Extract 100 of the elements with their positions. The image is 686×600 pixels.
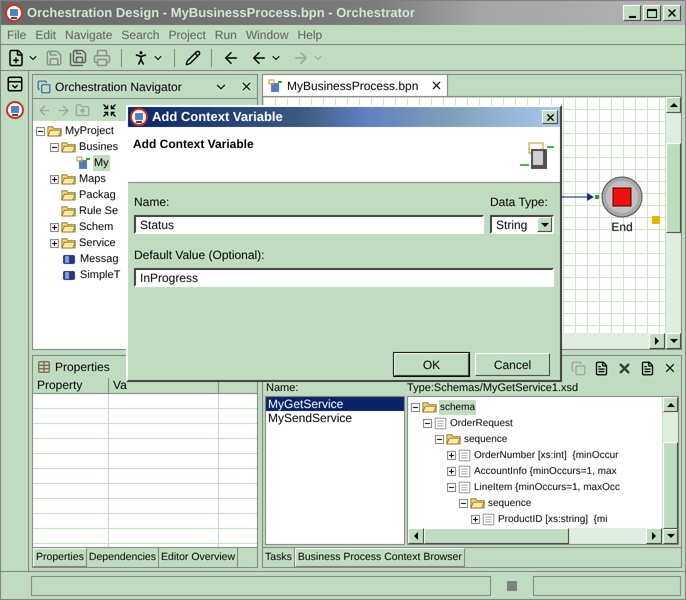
close-icon[interactable] <box>240 80 253 93</box>
field-label: Name: <box>134 194 170 211</box>
collapse-icon[interactable] <box>36 126 45 136</box>
pen-icon[interactable] <box>185 50 201 66</box>
collapse-all-icon[interactable] <box>102 102 117 118</box>
tree-item[interactable]: ProductID [xs:string] {mi <box>497 512 608 526</box>
horizontal-scrollbar[interactable] <box>408 528 662 544</box>
message-icon <box>61 253 77 265</box>
document-icon[interactable] <box>640 360 655 376</box>
handle-icon[interactable] <box>652 216 660 224</box>
menu-item[interactable]: Window <box>246 26 288 44</box>
panel-tab[interactable]: Dependencies <box>86 548 159 567</box>
name-field[interactable]: Status <box>134 215 484 234</box>
collapse-icon[interactable] <box>435 434 444 444</box>
delete-icon[interactable] <box>617 360 632 376</box>
list-item[interactable]: MyGetService <box>266 397 404 411</box>
tree-item[interactable]: AccountInfo {minOccurs=1, max <box>473 464 618 478</box>
folder-icon <box>61 189 76 201</box>
element-icon <box>458 448 471 462</box>
expand-icon[interactable] <box>50 174 59 184</box>
panel-tab[interactable]: Editor Overview <box>159 548 238 567</box>
field-label: Data Type: <box>490 194 549 211</box>
maximize-button[interactable] <box>643 5 661 21</box>
panel-title: Properties <box>55 359 110 376</box>
expand-icon[interactable] <box>50 222 59 232</box>
new-file-icon[interactable] <box>7 48 25 66</box>
menu-item[interactable]: File <box>7 26 26 44</box>
node-label: End <box>611 219 633 236</box>
dialog-heading: Add Context Variable <box>133 136 254 153</box>
end-node[interactable]: End <box>601 176 643 236</box>
expand-icon[interactable] <box>447 450 456 460</box>
list-item[interactable]: MySendService <box>266 411 404 425</box>
window-title: Orchestration Design - MyBusinessProcess.bpn - Orchestrator <box>27 4 415 22</box>
tree-item[interactable]: Busines <box>78 138 120 156</box>
tab-label: MyBusinessProcess.bpn <box>287 78 418 94</box>
folder-icon <box>61 221 76 233</box>
status-indicator-icon <box>507 580 517 590</box>
expand-icon[interactable] <box>447 466 456 476</box>
tree-item[interactable]: MyProject <box>64 122 115 140</box>
dialog-button[interactable]: OK <box>394 353 469 376</box>
dialog-button[interactable]: Cancel <box>475 353 550 376</box>
close-button[interactable] <box>663 5 681 21</box>
panel-tab[interactable]: Properties <box>33 548 87 567</box>
panel-tab[interactable]: Business Process Context Browser <box>294 548 465 567</box>
tree-item[interactable]: My <box>93 154 110 172</box>
tree-item[interactable]: Messag <box>79 250 120 268</box>
folder-icon <box>422 401 437 413</box>
process-icon <box>75 156 91 170</box>
vertical-scrollbar[interactable] <box>665 97 681 349</box>
stop-icon <box>601 176 643 218</box>
tree-item[interactable]: Packag <box>78 186 117 204</box>
data-type-select[interactable]: String <box>490 215 554 234</box>
maximize-icon <box>647 8 657 18</box>
tree-item[interactable]: sequence <box>487 496 532 510</box>
column-header[interactable]: Property <box>33 378 109 393</box>
page-icon[interactable] <box>594 360 609 376</box>
tree-item[interactable]: OrderNumber [xs:int] {minOccur <box>473 448 620 462</box>
tree-item[interactable]: schema <box>439 400 476 414</box>
close-icon[interactable] <box>663 361 677 375</box>
tree-item[interactable]: sequence <box>463 432 508 446</box>
close-icon <box>544 112 556 122</box>
expand-icon[interactable] <box>471 514 480 524</box>
type-label: Type:Schemas/MyGetService1.xsd <box>407 382 578 394</box>
tree-item[interactable]: Maps <box>78 170 107 188</box>
collapse-icon[interactable] <box>50 142 59 152</box>
tree-item[interactable]: OrderRequest <box>449 416 514 430</box>
panel-title: Orchestration Navigator <box>55 78 182 96</box>
tree-item[interactable]: LineItem {minOccurs=1, maxOcc <box>473 480 621 494</box>
default-value-field[interactable]: InProgress <box>134 268 554 287</box>
expand-icon[interactable] <box>50 238 59 248</box>
tree-item[interactable]: Schem <box>78 218 114 236</box>
menu-item[interactable]: Navigate <box>65 26 112 44</box>
folder-icon <box>61 205 76 217</box>
tree-item[interactable]: Rule Se <box>78 202 120 220</box>
element-icon <box>458 480 471 494</box>
collapse-icon[interactable] <box>423 418 432 428</box>
close-icon <box>666 7 678 19</box>
collapse-icon[interactable] <box>411 402 420 412</box>
folder-icon <box>61 141 76 153</box>
minimize-button[interactable] <box>623 5 641 21</box>
menu-item[interactable]: Edit <box>35 26 56 44</box>
close-icon[interactable] <box>430 79 444 92</box>
menu-item[interactable]: Project <box>168 26 206 44</box>
collapse-icon[interactable] <box>459 498 468 508</box>
tree-item[interactable]: SimpleT <box>79 266 122 284</box>
menu-item[interactable]: Help <box>298 26 322 44</box>
collapse-icon[interactable] <box>447 482 456 492</box>
message-icon <box>61 269 77 281</box>
tree-item[interactable]: Service <box>78 234 117 252</box>
folder-icon <box>470 497 485 509</box>
element-icon <box>458 464 471 478</box>
app-icon <box>5 4 23 22</box>
save-all-icon[interactable] <box>69 48 87 66</box>
menu-item[interactable]: Search <box>121 26 160 44</box>
close-button[interactable] <box>542 110 558 124</box>
folder-icon <box>446 433 461 445</box>
element-icon <box>434 416 447 430</box>
vertical-scrollbar[interactable] <box>662 397 678 544</box>
menu-item[interactable]: Run <box>214 26 237 44</box>
editor-tab[interactable]: MyBusinessProcess.bpn <box>263 75 448 96</box>
